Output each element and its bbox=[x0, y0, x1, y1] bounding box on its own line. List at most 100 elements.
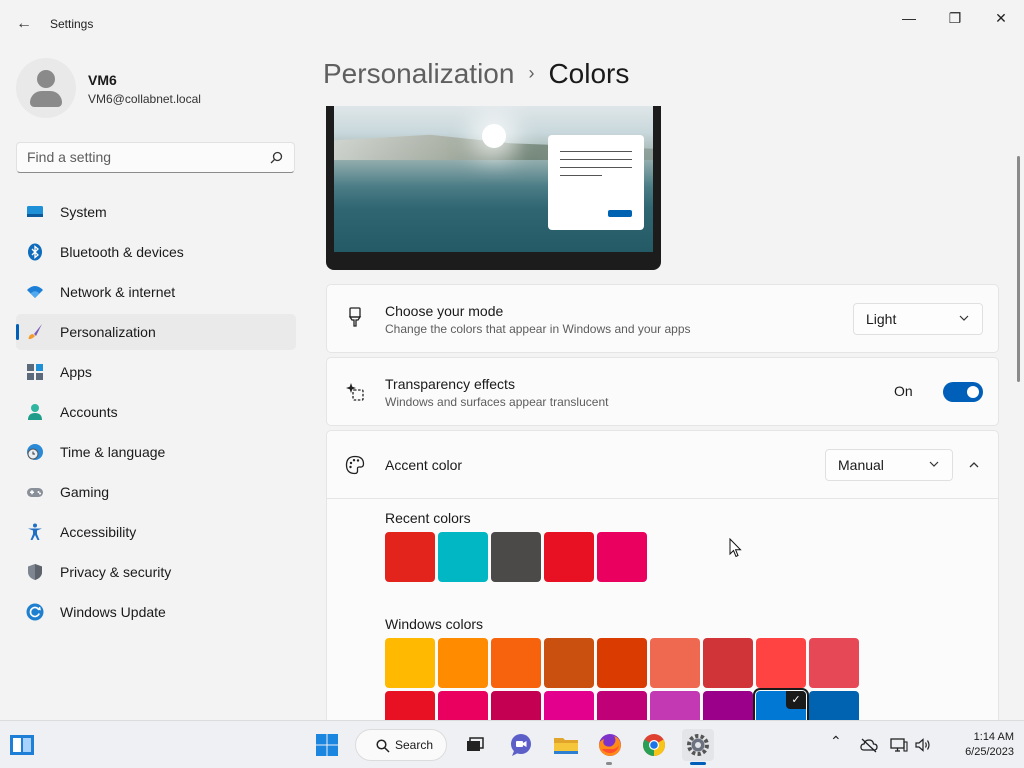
transparency-toggle[interactable] bbox=[943, 382, 983, 402]
avatar[interactable] bbox=[16, 58, 76, 118]
sidebar-item-label: Personalization bbox=[60, 324, 156, 340]
transparency-title: Transparency effects bbox=[385, 376, 515, 392]
network-monitor-icon[interactable] bbox=[890, 737, 908, 753]
color-swatch[interactable] bbox=[756, 638, 806, 688]
minimize-button[interactable]: — bbox=[886, 4, 932, 32]
color-swatch[interactable] bbox=[703, 691, 753, 720]
sidebar-item-time-language[interactable]: Time & language bbox=[16, 434, 296, 470]
scrollbar-thumb[interactable] bbox=[1017, 156, 1020, 382]
taskbar: Search ⌃ 1:14 AM 6/25/2023 bbox=[0, 720, 1024, 768]
gamepad-icon bbox=[27, 488, 43, 497]
sidebar-item-apps[interactable]: Apps bbox=[16, 354, 296, 390]
sidebar-item-label: Bluetooth & devices bbox=[60, 244, 184, 260]
restore-button[interactable]: ❐ bbox=[932, 4, 978, 32]
color-swatch[interactable] bbox=[597, 638, 647, 688]
apps-icon bbox=[27, 364, 43, 380]
paintbrush-outline-icon bbox=[348, 307, 362, 327]
volume-icon[interactable] bbox=[914, 737, 932, 753]
choose-mode-row: Choose your mode Change the colors that … bbox=[326, 284, 999, 353]
color-swatch[interactable] bbox=[650, 638, 700, 688]
back-arrow-icon[interactable]: ← bbox=[12, 12, 36, 36]
color-swatch[interactable] bbox=[809, 638, 859, 688]
accent-mode-dropdown[interactable]: Manual bbox=[825, 449, 953, 481]
color-swatch[interactable] bbox=[438, 638, 488, 688]
preview-line bbox=[560, 175, 602, 176]
system-icon bbox=[27, 206, 43, 217]
breadcrumb-parent[interactable]: Personalization bbox=[323, 58, 514, 89]
bluetooth-icon bbox=[28, 243, 42, 261]
color-swatch[interactable] bbox=[438, 691, 488, 720]
sidebar-item-gaming[interactable]: Gaming bbox=[16, 474, 296, 510]
color-swatch[interactable] bbox=[491, 638, 541, 688]
accounts-icon bbox=[28, 404, 42, 420]
mode-title: Choose your mode bbox=[385, 303, 504, 319]
color-swatch[interactable] bbox=[597, 691, 647, 720]
search-input[interactable] bbox=[27, 149, 267, 165]
search-icon bbox=[376, 739, 390, 753]
sidebar-item-privacy-security[interactable]: Privacy & security bbox=[16, 554, 296, 590]
color-swatch[interactable] bbox=[385, 532, 435, 582]
close-button[interactable]: ✕ bbox=[978, 4, 1024, 32]
color-swatch[interactable] bbox=[809, 691, 859, 720]
onedrive-offline-icon[interactable] bbox=[860, 737, 878, 753]
palette-icon bbox=[345, 455, 365, 475]
windows-start-icon[interactable] bbox=[311, 729, 343, 761]
user-name: VM6 bbox=[88, 72, 117, 88]
active-app-indicator bbox=[690, 762, 706, 765]
widgets-icon[interactable] bbox=[6, 729, 38, 761]
mode-dropdown[interactable]: Light bbox=[853, 303, 983, 335]
search-icon[interactable] bbox=[270, 151, 283, 164]
chrome-icon[interactable] bbox=[638, 729, 670, 761]
windows-colors-label: Windows colors bbox=[385, 616, 484, 632]
sidebar-item-personalization[interactable]: Personalization bbox=[16, 314, 296, 350]
sidebar-item-network[interactable]: Network & internet bbox=[16, 274, 296, 310]
chevron-up-icon[interactable] bbox=[968, 459, 980, 471]
avatar-person-icon bbox=[37, 70, 55, 88]
color-swatch[interactable] bbox=[703, 638, 753, 688]
mouse-cursor-icon bbox=[729, 538, 742, 558]
running-indicator bbox=[606, 762, 612, 765]
user-email: VM6@collabnet.local bbox=[88, 92, 201, 106]
sidebar-item-accessibility[interactable]: Accessibility bbox=[16, 514, 296, 550]
accent-color-header[interactable]: Accent color Manual bbox=[327, 431, 998, 499]
settings-search-box[interactable] bbox=[16, 142, 295, 173]
chevron-down-icon bbox=[959, 315, 969, 321]
accent-color-title: Accent color bbox=[385, 457, 463, 473]
color-swatch[interactable] bbox=[544, 638, 594, 688]
sidebar-item-bluetooth[interactable]: Bluetooth & devices bbox=[16, 234, 296, 270]
system-clock[interactable]: 1:14 AM 6/25/2023 bbox=[944, 730, 1014, 760]
sidebar-item-windows-update[interactable]: Windows Update bbox=[16, 594, 296, 630]
color-swatch[interactable] bbox=[544, 532, 594, 582]
breadcrumb: Personalization › Colors bbox=[323, 58, 629, 90]
color-swatch-selected[interactable]: ✓ bbox=[753, 688, 809, 720]
sidebar-item-accounts[interactable]: Accounts bbox=[16, 394, 296, 430]
accent-color-section: Accent color Manual Recent colors Window… bbox=[326, 430, 999, 720]
sidebar-item-label: Apps bbox=[60, 364, 92, 380]
accessibility-icon bbox=[28, 523, 42, 540]
color-swatch[interactable] bbox=[438, 532, 488, 582]
sidebar-item-label: Accounts bbox=[60, 404, 118, 420]
task-view-icon[interactable] bbox=[459, 729, 491, 761]
clock-date: 6/25/2023 bbox=[965, 746, 1014, 758]
color-swatch[interactable] bbox=[385, 638, 435, 688]
sidebar-item-label: Windows Update bbox=[60, 604, 166, 620]
preview-line bbox=[560, 159, 632, 160]
show-hidden-icons-chevron-icon[interactable]: ⌃ bbox=[830, 733, 842, 750]
preview-line bbox=[560, 167, 632, 168]
settings-gear-icon[interactable] bbox=[682, 729, 714, 761]
taskbar-search-label: Search bbox=[395, 738, 434, 752]
color-swatch[interactable] bbox=[491, 691, 541, 720]
color-swatch[interactable] bbox=[650, 691, 700, 720]
color-swatch[interactable] bbox=[544, 691, 594, 720]
taskbar-search-button[interactable]: Search bbox=[355, 729, 447, 761]
firefox-icon[interactable] bbox=[594, 729, 626, 761]
file-explorer-icon[interactable] bbox=[550, 729, 582, 761]
teams-chat-icon[interactable] bbox=[505, 729, 537, 761]
chevron-down-icon bbox=[929, 461, 939, 467]
color-swatch[interactable] bbox=[385, 691, 435, 720]
wallpaper-sun bbox=[482, 124, 506, 148]
sidebar-item-system[interactable]: System bbox=[16, 194, 296, 230]
main-content: Choose your mode Change the colors that … bbox=[310, 106, 1014, 720]
color-swatch[interactable] bbox=[597, 532, 647, 582]
color-swatch[interactable] bbox=[491, 532, 541, 582]
